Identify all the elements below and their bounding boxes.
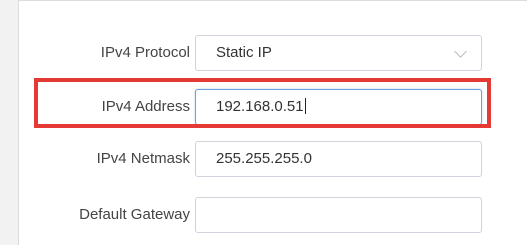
chevron-down-icon: [454, 45, 467, 58]
protocol-row: IPv4 Protocol Static IP: [19, 33, 527, 73]
address-row: IPv4 Address 192.168.0.51: [19, 87, 527, 127]
ipv4-address-input[interactable]: 192.168.0.51: [195, 89, 482, 125]
address-label: IPv4 Address: [101, 98, 190, 115]
ipv4-netmask-value: 255.255.255.0: [216, 150, 312, 167]
protocol-select-value: Static IP: [216, 44, 272, 61]
network-settings-panel: IPv4 Protocol Static IP IPv4 Address 192…: [18, 0, 527, 245]
default-gateway-input[interactable]: [195, 197, 482, 233]
netmask-row: IPv4 Netmask 255.255.255.0: [19, 139, 527, 179]
protocol-select[interactable]: Static IP: [195, 35, 482, 71]
ipv4-address-value: 192.168.0.51: [216, 98, 304, 115]
gateway-label: Default Gateway: [79, 206, 190, 223]
netmask-label: IPv4 Netmask: [96, 150, 190, 167]
ipv4-netmask-input[interactable]: 255.255.255.0: [195, 141, 482, 177]
gateway-row: Default Gateway: [19, 195, 527, 235]
protocol-label: IPv4 Protocol: [100, 44, 190, 61]
text-cursor: [304, 98, 306, 115]
